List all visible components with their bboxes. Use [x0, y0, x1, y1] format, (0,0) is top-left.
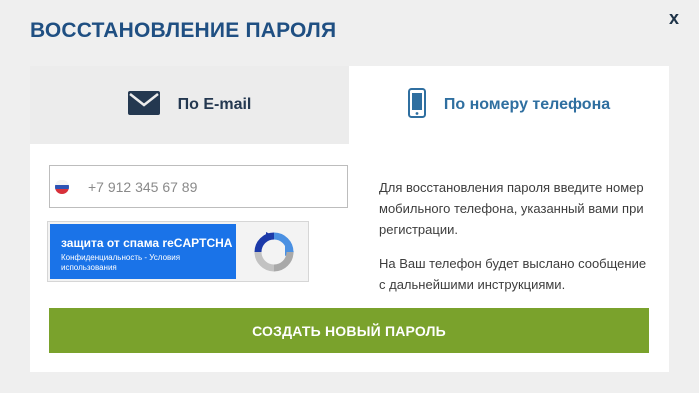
recaptcha-widget[interactable]: защита от спама reCAPTCHA Конфиденциальн… — [47, 221, 309, 282]
create-password-button[interactable]: СОЗДАТЬ НОВЫЙ ПАРОЛЬ — [49, 308, 649, 353]
recaptcha-links[interactable]: Конфиденциальность - Условия использован… — [61, 253, 231, 273]
recaptcha-title: защита от спама reCAPTCHA — [61, 236, 233, 250]
dialog-title: ВОССТАНОВЛЕНИЕ ПАРОЛЯ — [30, 19, 337, 42]
tab-phone-label: По номеру телефона — [443, 96, 611, 113]
tab-email[interactable]: По E-mail — [30, 66, 349, 144]
phone-field[interactable] — [49, 165, 348, 208]
recaptcha-logo-icon — [252, 230, 296, 279]
phone-input[interactable] — [88, 166, 338, 207]
tab-phone[interactable]: По номеру телефона — [349, 66, 669, 144]
russia-flag-icon — [55, 180, 69, 194]
sms-notice-text: На Ваш телефон будет выслано сообщение с… — [379, 256, 647, 292]
envelope-icon — [127, 90, 160, 120]
recaptcha-badge: защита от спама reCAPTCHA Конфиденциальн… — [50, 224, 236, 279]
recovery-card: По E-mail По номеру телефона защита от с… — [30, 66, 669, 372]
tab-email-label: По E-mail — [177, 96, 252, 113]
instructions-text: Для восстановления пароля введите номер … — [379, 180, 644, 237]
close-icon[interactable]: x — [669, 8, 679, 29]
mobile-phone-icon — [407, 87, 426, 123]
